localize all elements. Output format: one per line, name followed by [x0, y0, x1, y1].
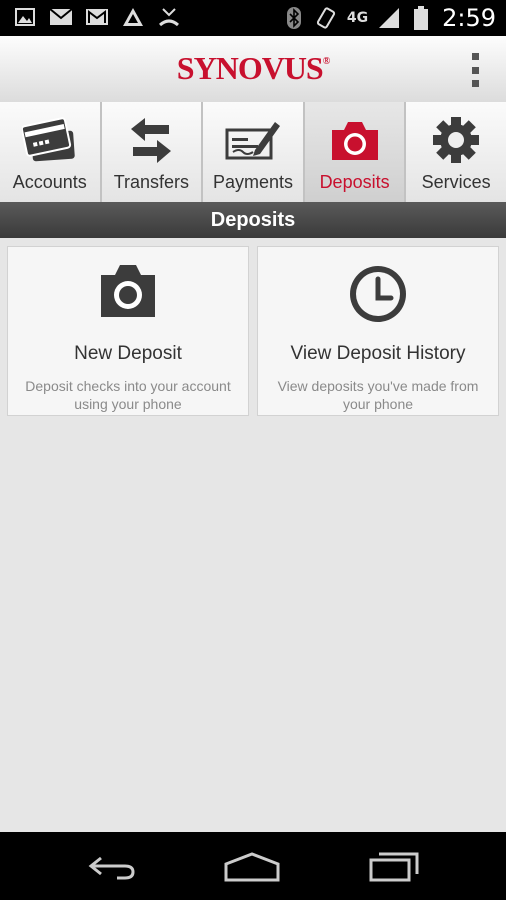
- clock-time: 2:59: [442, 4, 496, 32]
- brand-name: SYNOVUS: [176, 50, 324, 86]
- check-pen-icon: [203, 114, 303, 166]
- bluetooth-icon: [283, 7, 305, 29]
- camera-icon: [305, 114, 405, 166]
- tab-deposits[interactable]: Deposits: [304, 102, 407, 202]
- section-title: Deposits: [0, 202, 506, 238]
- gear-icon: [406, 114, 506, 166]
- missed-call-icon: [158, 6, 180, 28]
- card-title: View Deposit History: [290, 343, 466, 364]
- card-subtitle: Deposit checks into your account using y…: [25, 378, 231, 412]
- main-tabs: Accounts Transfers Payments Deposits Ser…: [0, 102, 506, 202]
- back-icon[interactable]: [82, 850, 142, 884]
- battery-icon: [410, 6, 432, 30]
- tab-label: Payments: [212, 172, 293, 192]
- gmail-icon: [86, 6, 108, 28]
- tab-label: Services: [421, 172, 491, 192]
- mail-icon: [50, 6, 72, 28]
- content-area: New Deposit Deposit checks into your acc…: [0, 238, 506, 832]
- notification-icons: [14, 6, 180, 28]
- vibrate-icon: [315, 7, 337, 29]
- credit-card-icon: [0, 114, 100, 166]
- tab-payments[interactable]: Payments: [203, 102, 305, 202]
- signal-icon: [378, 7, 400, 29]
- recent-apps-icon[interactable]: [364, 850, 424, 884]
- app-header: SYNOVUS®: [0, 36, 506, 103]
- system-nav-bar: [0, 832, 506, 900]
- tab-transfers[interactable]: Transfers: [101, 102, 204, 202]
- synovus-logo: SYNOVUS®: [0, 50, 506, 87]
- clock-icon: [258, 263, 498, 327]
- transfer-arrows-icon: [102, 114, 202, 166]
- home-icon[interactable]: [222, 850, 282, 884]
- status-bar: 4G 2:59: [0, 0, 506, 36]
- network-type: 4G: [346, 10, 369, 26]
- deposit-history-card[interactable]: View Deposit History View deposits you'v…: [257, 246, 499, 416]
- tab-services[interactable]: Services: [406, 102, 506, 202]
- tab-accounts[interactable]: Accounts: [0, 102, 102, 202]
- registered-mark: ®: [322, 56, 331, 67]
- app-icon: [122, 6, 144, 28]
- new-deposit-card[interactable]: New Deposit Deposit checks into your acc…: [7, 246, 249, 416]
- tab-label: Deposits: [319, 172, 390, 192]
- card-subtitle: View deposits you've made from your phon…: [277, 378, 479, 412]
- tab-label: Accounts: [12, 172, 87, 192]
- tab-label: Transfers: [113, 172, 190, 192]
- card-title: New Deposit: [74, 343, 182, 364]
- system-icons: 4G 2:59: [283, 4, 496, 32]
- camera-icon: [8, 263, 248, 327]
- overflow-menu-icon[interactable]: [470, 53, 480, 87]
- image-icon: [14, 6, 36, 28]
